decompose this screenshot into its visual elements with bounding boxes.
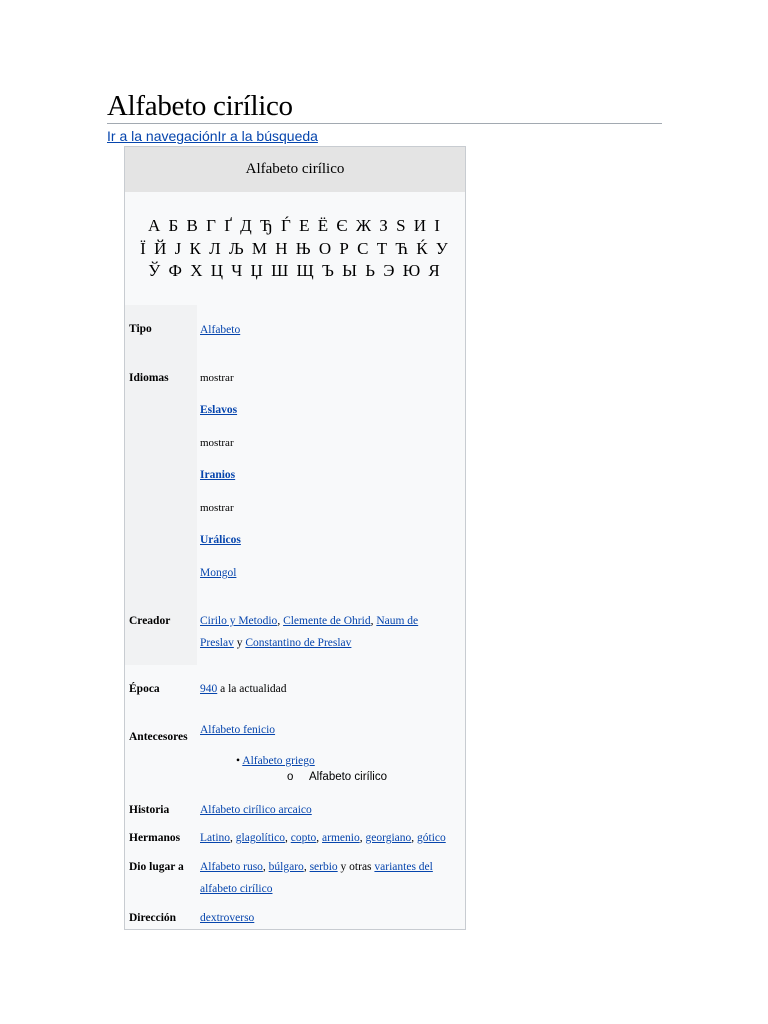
idiomas-group-uralicos: Urálicos [200,529,462,551]
year-940-link[interactable]: 940 [200,683,217,695]
mongol-link[interactable]: Mongol [200,567,236,579]
clemente-ohrid-link[interactable]: Clemente de Ohrid [283,615,371,627]
dio-mid: y otras [337,861,375,873]
cirilico-arcaico-link[interactable]: Alfabeto cirílico arcaico [200,804,312,816]
letters-row-2: Ї Й Ј К Л Љ М Н Њ О Р С Т Ћ Ќ У [140,238,450,258]
antecesores-sublist-item: • Alfabeto griego [236,755,315,767]
bullet-icon: • [236,755,241,767]
epoca-rest: a la actualidad [217,683,287,695]
georgiano-link[interactable]: georgiano [365,832,411,844]
latino-link[interactable]: Latino [200,832,230,844]
antecesores-subsublist-marker: o [287,771,294,783]
idiomas-extra: Mongol [200,562,462,584]
jump-to-navigation-link[interactable]: Ir a la navegación [107,128,218,144]
value-antecesores: Alfabeto fenicio [200,719,462,741]
alfabeto-fenicio-link[interactable]: Alfabeto fenicio [200,724,275,736]
copto-link[interactable]: copto [291,832,317,844]
serbio-link[interactable]: serbio [310,861,338,873]
naum-preslav-link-part2[interactable]: Preslav [200,637,234,649]
label-hermanos: Hermanos [129,832,181,844]
value-creador: Cirilo y Metodio, Clemente de Ohrid, Nau… [200,610,462,654]
infobox-header: Alfabeto cirílico [125,147,465,192]
bulgaro-link[interactable]: búlgaro [269,861,304,873]
value-hermanos: Latino, glagolítico, copto, armenio, geo… [200,827,462,849]
idiomas-toggle-3[interactable]: mostrar [200,497,462,519]
alfabeto-griego-link[interactable]: Alfabeto griego [242,755,315,767]
label-idiomas: Idiomas [129,372,169,384]
idiomas-toggle-1[interactable]: mostrar [200,367,462,389]
label-dio-lugar: Dio lugar a [129,861,184,873]
label-historia: Historia [129,804,170,816]
cyrillic-letters: А Б В Г Ґ Д Ђ Ѓ Е Ё Є Ж З Ѕ И І Ї Й Ј К … [125,215,465,283]
infobox: Alfabeto cirílico А Б В Г Ґ Д Ђ Ѓ Е Ё Є … [124,146,466,930]
label-epoca: Época [129,683,160,695]
eslavos-link[interactable]: Eslavos [200,404,237,416]
idiomas-toggle-2[interactable]: mostrar [200,432,462,454]
armenio-link[interactable]: armenio [322,832,360,844]
label-antecesores: Antecesores [129,731,188,743]
value-dio-lugar: Alfabeto ruso, búlgaro, serbio y otras v… [200,856,462,900]
title-divider [107,123,662,124]
label-tipo: Tipo [129,323,152,335]
page-title: Alfabeto cirílico [107,90,293,122]
glagolitico-link[interactable]: glagolítico [236,832,285,844]
label-column [125,305,197,665]
label-creador: Creador [129,615,171,627]
naum-preslav-link-part1[interactable]: Naum de [376,615,418,627]
idiomas-group-iranios: Iranios [200,464,462,486]
letters-row-3: Ў Ф Х Ц Ч Џ Ш Щ Ъ Ы Ь Э Ю Я [148,261,442,280]
variantes-link-part1[interactable]: variantes del [374,861,432,873]
iranios-link[interactable]: Iranios [200,469,235,481]
uralicos-link[interactable]: Urálicos [200,534,241,546]
creador-conj: y [233,637,246,649]
variantes-link-part2[interactable]: alfabeto cirílico [200,883,272,895]
label-direccion: Dirección [129,912,177,924]
constantino-preslav-link[interactable]: Constantino de Preslav [245,637,351,649]
value-direccion: dextroverso [200,907,462,929]
letters-row-1: А Б В Г Ґ Д Ђ Ѓ Е Ё Є Ж З Ѕ И І [148,216,442,235]
alfabeto-ruso-link[interactable]: Alfabeto ruso [200,861,263,873]
antecesores-subsublist-item: Alfabeto cirílico [309,771,387,783]
gotico-link[interactable]: gótico [417,832,446,844]
cirilo-metodio-link[interactable]: Cirilo y Metodio [200,615,277,627]
value-tipo: Alfabeto [200,319,462,341]
idiomas-group-eslavos: Eslavos [200,399,462,421]
value-historia: Alfabeto cirílico arcaico [200,799,462,821]
jump-links: Ir a la navegaciónIr a la búsqueda [107,127,318,145]
value-epoca: 940 a la actualidad [200,678,462,700]
jump-to-search-link[interactable]: Ir a la búsqueda [218,128,318,144]
dextroverso-link[interactable]: dextroverso [200,912,254,924]
tipo-link[interactable]: Alfabeto [200,324,240,336]
